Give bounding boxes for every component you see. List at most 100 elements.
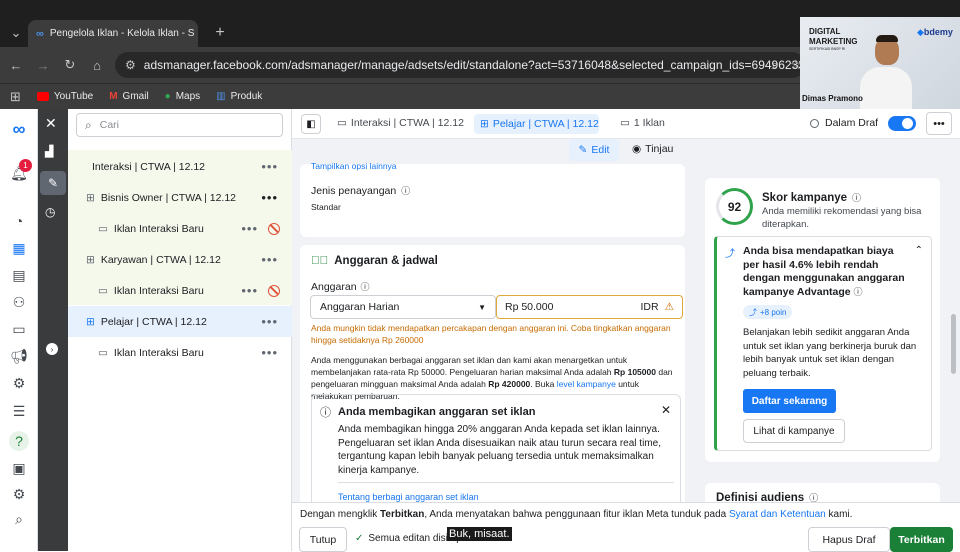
adset-grid-icon: ⊞ bbox=[86, 253, 95, 266]
audience-definition-title: Definisi audiens ⓘ bbox=[716, 491, 819, 503]
tab-edit[interactable]: ✎ Edit bbox=[569, 139, 619, 161]
adset-toggle[interactable] bbox=[888, 116, 916, 131]
budget-type-select[interactable]: Anggaran Harian ▼ bbox=[310, 295, 496, 319]
breadcrumb-ads[interactable]: ▭ 1 Iklan bbox=[620, 117, 665, 129]
breadcrumb-adset[interactable]: ⊞ Pelajar | CTWA | 12.12 bbox=[474, 114, 599, 134]
presenter-name: Dimas Pramono bbox=[802, 94, 863, 103]
tree-item-campaign[interactable]: Interaksi | CTWA | 12.12 ••• bbox=[68, 151, 292, 182]
pencil-icon: ✎ bbox=[578, 144, 588, 156]
presenter-figure bbox=[860, 35, 912, 109]
adset-bisnis-label: Bisnis Owner | CTWA | 12.12 bbox=[100, 191, 237, 204]
tree-item-adset-pelajar[interactable]: ⊞ Pelajar | CTWA | 12.12 ••• bbox=[68, 306, 292, 337]
budget-label: Anggaran ⓘ bbox=[311, 280, 370, 293]
brand-certification: SERTIFIKASI BNSP RI bbox=[809, 47, 846, 51]
apps-grid-icon[interactable]: ⊞ bbox=[10, 89, 21, 105]
help-icon[interactable]: ? bbox=[9, 431, 29, 451]
show-more-options-link[interactable]: Tampilkan opsi lainnya bbox=[311, 161, 397, 171]
adset-bisnis-more-icon[interactable]: ••• bbox=[261, 190, 278, 205]
forward-icon[interactable]: → bbox=[33, 55, 53, 75]
info-icon[interactable]: ⓘ bbox=[854, 287, 863, 297]
publish-button[interactable]: Terbitkan bbox=[890, 527, 953, 552]
info-box-close-icon[interactable]: ✕ bbox=[661, 403, 671, 417]
tab-review[interactable]: ◉ Tinjau bbox=[632, 143, 673, 155]
toggle-sidebar-icon[interactable]: ◧ bbox=[301, 114, 321, 134]
all-tools-menu-icon[interactable]: ☰ bbox=[9, 401, 29, 421]
bookmark-gmail[interactable]: M Gmail bbox=[109, 91, 148, 102]
breadcrumb-campaign[interactable]: ▭ Interaksi | CTWA | 12.12 bbox=[337, 117, 464, 129]
search-rail-icon[interactable]: ⌕ bbox=[9, 509, 29, 529]
delivery-type-heading: Jenis penayangan ⓘ bbox=[311, 184, 411, 197]
business-tools-icon[interactable]: ⚙ bbox=[9, 373, 29, 393]
eye-icon: ◉ bbox=[632, 143, 642, 155]
home-icon[interactable]: ⌂ bbox=[87, 55, 107, 75]
global-nav-rail: ∞ 🔔︎ 1 ◔ ▦ ▤ ⚇ ▭ 📢︎ ⚙ ☰ ? ▣ ⚙ ⌕ bbox=[0, 109, 38, 551]
delete-draft-button[interactable]: Hapus Draf bbox=[808, 527, 890, 552]
info-icon[interactable]: ⓘ bbox=[852, 191, 861, 204]
site-info-icon[interactable]: ⚙ bbox=[125, 58, 136, 72]
tree-item-adset-bisnis[interactable]: ⊞ Bisnis Owner | CTWA | 12.12 ••• bbox=[68, 182, 292, 213]
tree-item-ad3[interactable]: ▭ Iklan Interaksi Baru ••• bbox=[68, 337, 292, 368]
presenter-webcam: DIGITAL MARKETING SERTIFIKASI BNSP RI ◆b… bbox=[800, 17, 960, 109]
performance-gauge-icon[interactable]: ◔ bbox=[9, 211, 29, 231]
view-in-campaign-button[interactable]: Lihat di kampanye bbox=[743, 419, 845, 443]
tree-item-ad1[interactable]: ▭ Iklan Interaksi Baru ••• bbox=[68, 213, 292, 244]
ad1-more-icon[interactable]: ••• bbox=[241, 221, 258, 236]
produk-chart-icon: ▥ bbox=[216, 91, 226, 102]
ad2-more-icon[interactable]: ••• bbox=[241, 283, 258, 298]
info-circle-icon: ⓘ bbox=[320, 407, 331, 419]
ad3-more-icon[interactable]: ••• bbox=[261, 345, 278, 360]
settings-gear-icon[interactable]: ⚙ bbox=[9, 484, 29, 504]
campaign-more-icon[interactable]: ••• bbox=[261, 159, 278, 174]
expand-chevron-icon[interactable]: › bbox=[46, 343, 58, 355]
browser-tab[interactable]: ∞ Pengelola Iklan - Kelola Iklan - S ✕ bbox=[28, 20, 198, 47]
tab-search-icon[interactable]: ⌄ bbox=[6, 23, 26, 43]
bookmark-produk[interactable]: ▥ Produk bbox=[216, 91, 262, 102]
info-icon[interactable]: ⓘ bbox=[809, 491, 818, 502]
adset-pelajar-more-icon[interactable]: ••• bbox=[261, 314, 278, 329]
collapse-chevron-icon[interactable]: ⌃ bbox=[915, 245, 923, 256]
info-box-body: Anda membagikan hingga 20% anggaran Anda… bbox=[338, 424, 661, 476]
close-button[interactable]: Tutup bbox=[299, 527, 347, 552]
bookmark-youtube[interactable]: YouTube bbox=[36, 91, 93, 102]
meta-favicon-icon: ∞ bbox=[36, 27, 44, 40]
adset-karyawan-more-icon[interactable]: ••• bbox=[261, 252, 278, 267]
budget-sharing-link[interactable]: Tentang berbagi anggaran set iklan bbox=[338, 492, 479, 502]
content-scrollbar[interactable] bbox=[951, 314, 956, 374]
draft-status: Dalam Draf bbox=[810, 117, 878, 129]
zoom-icon[interactable]: ⌕ bbox=[765, 55, 785, 75]
tree-search-input[interactable]: ⌕ Cari bbox=[76, 113, 283, 137]
tree-item-adset-karyawan[interactable]: ⊞ Karyawan | CTWA | 12.12 ••• bbox=[68, 244, 292, 275]
overview-chart-icon[interactable]: ▟ bbox=[45, 145, 53, 158]
campaign-megaphone-icon[interactable]: 📢︎ bbox=[9, 346, 29, 366]
campaign-level-link[interactable]: level kampanye bbox=[557, 379, 616, 389]
more-options-icon[interactable]: ••• bbox=[926, 112, 952, 135]
back-icon[interactable]: ← bbox=[6, 55, 26, 75]
adset-karyawan-label: Karyawan | CTWA | 12.12 bbox=[100, 253, 221, 266]
bookmark-maps[interactable]: ● Maps bbox=[165, 91, 201, 102]
close-editor-icon[interactable]: ✕ bbox=[45, 115, 57, 132]
new-tab-icon[interactable]: + bbox=[210, 23, 230, 43]
campaign-tree-panel: ⌕ Cari Interaksi | CTWA | 12.12 ••• ⊞ Bi… bbox=[68, 109, 292, 551]
meta-logo-icon[interactable]: ∞ bbox=[9, 119, 29, 139]
history-clock-icon[interactable]: ◷ bbox=[45, 205, 55, 219]
ad-icon: ▭ bbox=[98, 222, 108, 235]
publish-footer: Dengan mengklik Terbitkan, Anda menyatak… bbox=[292, 502, 960, 552]
info-icon[interactable]: ⓘ bbox=[401, 184, 410, 197]
reload-icon[interactable]: ↻ bbox=[60, 55, 80, 75]
register-now-button[interactable]: Daftar sekarang bbox=[743, 389, 836, 413]
info-icon[interactable]: ⓘ bbox=[361, 280, 370, 293]
video-caption: Buk, misaat. bbox=[447, 527, 512, 541]
terms-link[interactable]: Syarat dan Ketentuan bbox=[729, 509, 826, 520]
ad-icon: ▭ bbox=[98, 346, 108, 359]
warning-triangle-icon: ⚠ bbox=[664, 301, 674, 313]
edit-pencil-icon[interactable]: ✎ bbox=[40, 171, 66, 195]
url-field[interactable]: ⚙ adsmanager.facebook.com/adsmanager/man… bbox=[115, 52, 805, 78]
delivery-type-value: Standar bbox=[311, 202, 341, 212]
budget-amount-input[interactable]: Rp 50.000 IDR ⚠ bbox=[496, 295, 683, 319]
pages-icon[interactable]: ▤ bbox=[9, 265, 29, 285]
audiences-icon[interactable]: ⚇ bbox=[9, 292, 29, 312]
news-feed-icon[interactable]: ▣ bbox=[9, 458, 29, 478]
tree-item-ad2[interactable]: ▭ Iklan Interaksi Baru ••• bbox=[68, 275, 292, 306]
ads-manager-table-icon[interactable]: ▦ bbox=[9, 238, 29, 258]
billing-card-icon[interactable]: ▭ bbox=[9, 319, 29, 339]
